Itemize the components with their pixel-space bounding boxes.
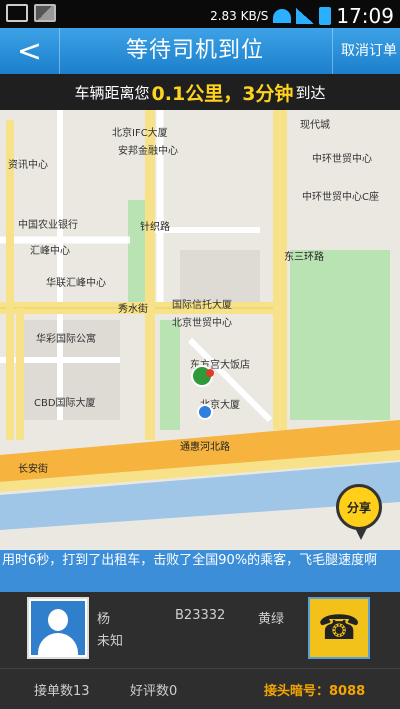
pickup-code: 接头暗号：8088 (264, 684, 366, 699)
clock: 17:09 (336, 4, 394, 28)
eta-prefix: 车辆距离您 (74, 83, 150, 102)
title-bar: < 等待司机到位 取消订单 (0, 28, 400, 74)
poi-label: 资讯中心 (8, 158, 48, 171)
eta-distance: 0.1公里，3分钟 (151, 82, 294, 105)
poi-label: 中环世贸中心C座 (302, 190, 379, 203)
poi-label: 北京IFC大厦 (112, 126, 168, 139)
map-view[interactable]: 秀水街 长安街 通惠河北路 东三环路 针织路 北京IFC大厦 安邦金融中心 现代… (0, 110, 400, 550)
car-color: 黄绿 (258, 612, 285, 627)
driver-avatar (27, 597, 89, 659)
notification-icons (6, 4, 56, 22)
wifi-icon (273, 9, 292, 23)
road-label: 长安街 (18, 462, 48, 475)
signal-icon (296, 8, 315, 24)
poi-label: 现代城 (300, 119, 330, 131)
poi-label: 安邦金融中心 (118, 144, 178, 157)
cancel-order-button[interactable]: 取消订单 (332, 28, 400, 74)
bottom-land (0, 530, 400, 550)
road-label: 秀水街 (118, 302, 148, 315)
call-driver-button[interactable]: ☎ (308, 597, 370, 659)
driver-status: 未知 (97, 634, 124, 649)
divider (0, 668, 400, 669)
road-label: 东三环路 (284, 250, 324, 263)
battery-icon (319, 7, 332, 25)
screen-icon (6, 4, 28, 22)
poi-label: CBD国际大厦 (34, 396, 96, 409)
driver-panel: 杨 未知 B23332 黄绿 ☎ 接单数13 好评数0 接头暗号：8088 (0, 592, 400, 709)
car-plate: B23332 (175, 608, 226, 623)
driver-name: 杨 (97, 612, 111, 627)
road-label: 通惠河北路 (180, 440, 230, 453)
status-right: 2.83 KB/S 17:09 (210, 4, 394, 28)
poi-label: 汇峰中心 (30, 244, 70, 257)
taxi-light-icon (206, 369, 214, 377)
eta-banner: 车辆距离您 0.1公里，3分钟 到达 (0, 74, 400, 110)
page-title: 等待司机到位 (125, 38, 264, 63)
poi-label: 华联汇峰中心 (46, 276, 106, 289)
orders-count: 接单数13 (34, 684, 90, 699)
poi-label: 中环世贸中心 (312, 152, 372, 165)
poi-label: 华彩国际公寓 (36, 332, 96, 345)
poi-label: 国际信托大厦 (172, 298, 232, 311)
image-icon (34, 4, 56, 22)
park-area (290, 250, 390, 420)
map-canvas: 秀水街 长安街 通惠河北路 东三环路 针织路 北京IFC大厦 安邦金融中心 现代… (0, 110, 400, 550)
status-bar: 2.83 KB/S 17:09 (0, 0, 400, 28)
road-label: 针织路 (140, 220, 170, 233)
network-speed: 2.83 KB/S (210, 9, 269, 23)
phone-icon: ☎ (317, 608, 361, 648)
rating-count: 好评数0 (130, 684, 178, 699)
eta-suffix: 到达 (295, 83, 326, 102)
poi-label: 中国农业银行 (18, 218, 78, 231)
ticker-message: 用时6秒，打到了出租车，击败了全国90%的乘客，飞毛腿速度啊 (0, 550, 400, 592)
my-location-icon (197, 404, 213, 420)
back-icon: < (16, 33, 43, 69)
green-strip (160, 320, 180, 430)
person-icon (31, 601, 85, 655)
share-button[interactable]: 分享 (336, 484, 382, 530)
poi-label: 北京世贸中心 (172, 316, 232, 329)
back-button[interactable]: < (0, 28, 60, 74)
share-pin-icon (355, 528, 367, 540)
